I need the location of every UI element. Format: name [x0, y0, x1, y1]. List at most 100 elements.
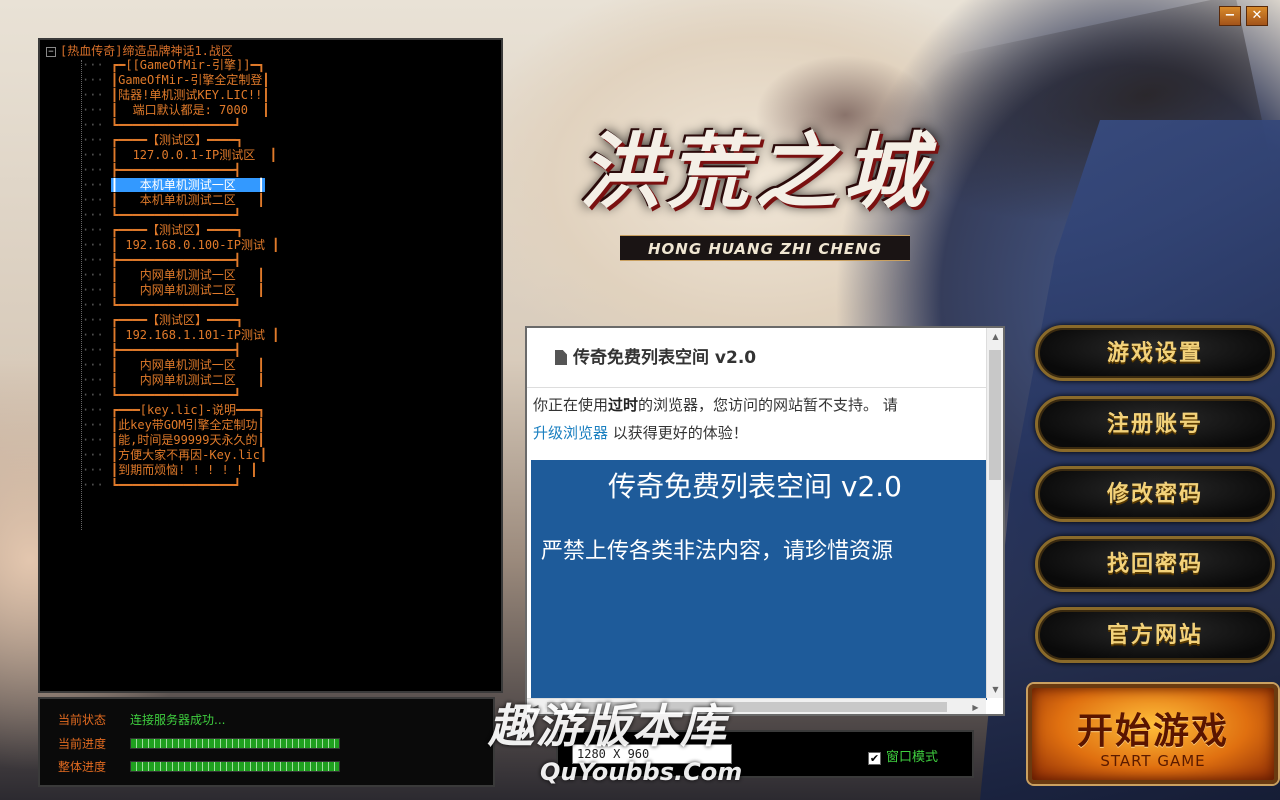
- server-tree-item[interactable]: ··· ┃ 192.168.1.101-IP测试 ┃: [82, 328, 279, 343]
- window-mode-toggle[interactable]: ✔ 窗口模式: [868, 746, 938, 765]
- tree-connector: ···: [82, 463, 111, 477]
- tree-connector: ···: [82, 328, 111, 342]
- server-tree-item[interactable]: ··· ┃到期而烦恼! ! ! ! ! ┃: [82, 463, 258, 478]
- server-tree-item-label: ┣━━━━━━━━━━━━━━━━┫: [110, 343, 241, 357]
- tree-root[interactable]: − [热血传奇]缔造品牌神话1.战区: [46, 42, 233, 59]
- logo-title: 洪荒之城: [579, 124, 931, 220]
- window-mode-checkbox[interactable]: ✔: [868, 752, 881, 765]
- browser-header: 传奇免费列表空间 v2.0: [527, 328, 987, 388]
- server-tree-item[interactable]: ··· ┃ 内网单机测试一区 ┃: [82, 358, 265, 373]
- state-label: 当前状态: [58, 713, 107, 727]
- tree-connector: ···: [82, 298, 111, 312]
- outdated-browser-warning: 你正在使用过时的浏览器，您访问的网站暂不支持。 请升级浏览器 以获得更好的体验！: [533, 391, 983, 447]
- window-mode-label: 窗口模式: [886, 750, 939, 765]
- collapse-icon[interactable]: −: [46, 46, 56, 57]
- server-tree-item-label: ┃ 192.168.0.100-IP测试 ┃: [110, 238, 280, 252]
- server-tree-item[interactable]: ··· ┗━━━━━━━━━━━━━━━━┛: [82, 478, 241, 493]
- server-tree-item[interactable]: ··· ┃ 内网单机测试二区 ┃: [82, 283, 265, 298]
- server-tree-item[interactable]: ··· ┃GameOfMir-引擎全定制登┃: [82, 73, 270, 88]
- server-tree-item-label: ┃能,时间是99999天永久的┃: [110, 433, 265, 447]
- server-tree-item[interactable]: ··· ┏━━━━【测试区】━━━━┓: [82, 313, 243, 328]
- tree-connector: ···: [82, 118, 111, 132]
- server-tree-item-label: ┃ 本机单机测试二区 ┃: [110, 193, 265, 207]
- server-tree-item[interactable]: ··· ┏━[[GameOfMir-引擎]]━┓: [82, 58, 265, 73]
- server-tree-item-label: ┃ 本机单机测试一区 ┃: [110, 178, 265, 192]
- warning-text: 你正在使用: [533, 396, 609, 414]
- server-tree-item-label: ┃ 192.168.1.101-IP测试 ┃: [110, 328, 280, 342]
- server-tree-item[interactable]: ··· ┗━━━━━━━━━━━━━━━━┛: [82, 118, 241, 133]
- start-game-button[interactable]: 开始游戏 START GAME: [1028, 684, 1278, 784]
- server-tree-item-label: ┃ 127.0.0.1-IP测试区 ┃: [110, 148, 277, 162]
- server-tree-item[interactable]: ··· ┣━━━━━━━━━━━━━━━━┫: [82, 343, 241, 358]
- upgrade-browser-link[interactable]: 升级浏览器: [533, 424, 608, 442]
- server-tree-item-label: ┃ 内网单机测试一区 ┃: [110, 268, 265, 282]
- server-tree-item[interactable]: ··· ┏━━━━【测试区】━━━━┓: [82, 223, 243, 238]
- server-tree-item[interactable]: ··· ┗━━━━━━━━━━━━━━━━┛: [82, 208, 241, 223]
- official-site-button[interactable]: 官方网站: [1035, 607, 1275, 663]
- server-tree-item-label: ┃ 端口默认都是: 7000 ┃: [110, 103, 270, 117]
- start-game-sublabel: START GAME: [1100, 752, 1206, 770]
- tree-connector: ···: [82, 268, 111, 282]
- server-tree-item[interactable]: ··· ┃能,时间是99999天永久的┃: [82, 433, 265, 448]
- server-tree-item-label: ┏━━━[key.lic]-说明━━━┓: [110, 403, 265, 417]
- server-tree-item[interactable]: ··· ┣━━━━━━━━━━━━━━━━┫: [82, 253, 241, 268]
- server-tree-item[interactable]: ··· ┏━━━[key.lic]-说明━━━┓: [82, 403, 265, 418]
- tree-connector: ···: [82, 208, 111, 222]
- server-tree-item[interactable]: ··· ┗━━━━━━━━━━━━━━━━┛: [82, 388, 241, 403]
- server-tree-item[interactable]: ··· ┃ 127.0.0.1-IP测试区 ┃: [82, 148, 277, 163]
- warning-text-mid: 的浏览器，您访问的网站暂不支持。 请: [638, 396, 898, 414]
- close-button[interactable]: ✕: [1246, 6, 1268, 26]
- tree-root-label: [热血传奇]缔造品牌神话1.战区: [60, 44, 233, 58]
- server-tree-item-label: ┏━━━━【测试区】━━━━┓: [110, 313, 244, 327]
- server-tree-item-label: ┗━━━━━━━━━━━━━━━━┛: [110, 208, 241, 222]
- server-tree-item[interactable]: ··· ┃ 192.168.0.100-IP测试 ┃: [82, 238, 279, 253]
- server-tree-item[interactable]: ··· ┃方便大家不再因-Key.lic┃: [82, 448, 267, 463]
- tree-connector: ···: [82, 448, 111, 462]
- server-tree-item[interactable]: ··· ┃ 本机单机测试一区 ┃: [82, 178, 265, 193]
- server-tree-item-label: ┗━━━━━━━━━━━━━━━━┛: [110, 298, 241, 312]
- vertical-scrollbar[interactable]: ▲ ▼: [986, 328, 1003, 698]
- server-tree-item-label: ┏━[[GameOfMir-引擎]]━┓: [110, 58, 265, 72]
- document-icon: [555, 350, 567, 365]
- tree-connector: ···: [82, 418, 111, 432]
- warning-text-suffix: 以获得更好的体验！: [608, 424, 748, 442]
- vertical-scroll-thumb[interactable]: [989, 350, 1001, 480]
- change-password-button[interactable]: 修改密码: [1035, 466, 1275, 522]
- minimize-button[interactable]: −: [1219, 6, 1241, 26]
- tree-connector: ···: [82, 238, 111, 252]
- news-browser[interactable]: 传奇免费列表空间 v2.0 你正在使用过时的浏览器，您访问的网站暂不支持。 请升…: [525, 326, 1005, 716]
- server-tree-item[interactable]: ··· ┃此key带GOM引擎全定制功┃: [82, 418, 265, 433]
- scroll-right-icon[interactable]: ▶: [967, 699, 984, 714]
- tree-connector: ···: [82, 433, 111, 447]
- overall-progress-bar: [130, 761, 340, 772]
- server-tree-panel[interactable]: − [热血传奇]缔造品牌神话1.战区 ··· ┏━[[GameOfMir-引擎]]…: [38, 38, 503, 693]
- server-tree-item[interactable]: ··· ┃ 本机单机测试二区 ┃: [82, 193, 265, 208]
- tree-connector: ···: [82, 178, 111, 192]
- server-tree-item-label: ┃方便大家不再因-Key.lic┃: [110, 448, 268, 462]
- recover-password-button[interactable]: 找回密码: [1035, 536, 1275, 592]
- tree-connector: ···: [82, 253, 111, 267]
- server-tree-item[interactable]: ··· ┗━━━━━━━━━━━━━━━━┛: [82, 298, 241, 313]
- server-tree-item-label: ┃陆器!单机测试KEY.LIC!!┃: [110, 88, 270, 102]
- register-account-button[interactable]: 注册账号: [1035, 396, 1275, 452]
- server-tree-item[interactable]: ··· ┃ 端口默认都是: 7000 ┃: [82, 103, 270, 118]
- tree-connector: ···: [82, 133, 111, 147]
- tree-connector: ···: [82, 343, 111, 357]
- server-tree-item[interactable]: ··· ┃陆器!单机测试KEY.LIC!!┃: [82, 88, 270, 103]
- server-tree-item-label: ┃ 内网单机测试一区 ┃: [110, 358, 265, 372]
- game-settings-button[interactable]: 游戏设置: [1035, 325, 1275, 381]
- server-tree-item[interactable]: ··· ┏━━━━【测试区】━━━━┓: [82, 133, 243, 148]
- server-tree-item[interactable]: ··· ┃ 内网单机测试二区 ┃: [82, 373, 265, 388]
- server-tree-item[interactable]: ··· ┣━━━━━━━━━━━━━━━━┫: [82, 163, 241, 178]
- server-tree-item-label: ┃此key带GOM引擎全定制功┃: [110, 418, 265, 432]
- server-tree-item[interactable]: ··· ┃ 内网单机测试一区 ┃: [82, 268, 265, 283]
- tree-connector: ···: [82, 223, 111, 237]
- scroll-up-icon[interactable]: ▲: [987, 328, 1003, 345]
- tree-connector: ···: [82, 403, 111, 417]
- tree-connector: ···: [82, 313, 111, 327]
- tree-connector: ···: [82, 193, 111, 207]
- scroll-down-icon[interactable]: ▼: [987, 681, 1003, 698]
- tree-connector: ···: [82, 283, 111, 297]
- server-tree-item-label: ┗━━━━━━━━━━━━━━━━┛: [110, 118, 241, 132]
- tree-connector: ···: [82, 388, 111, 402]
